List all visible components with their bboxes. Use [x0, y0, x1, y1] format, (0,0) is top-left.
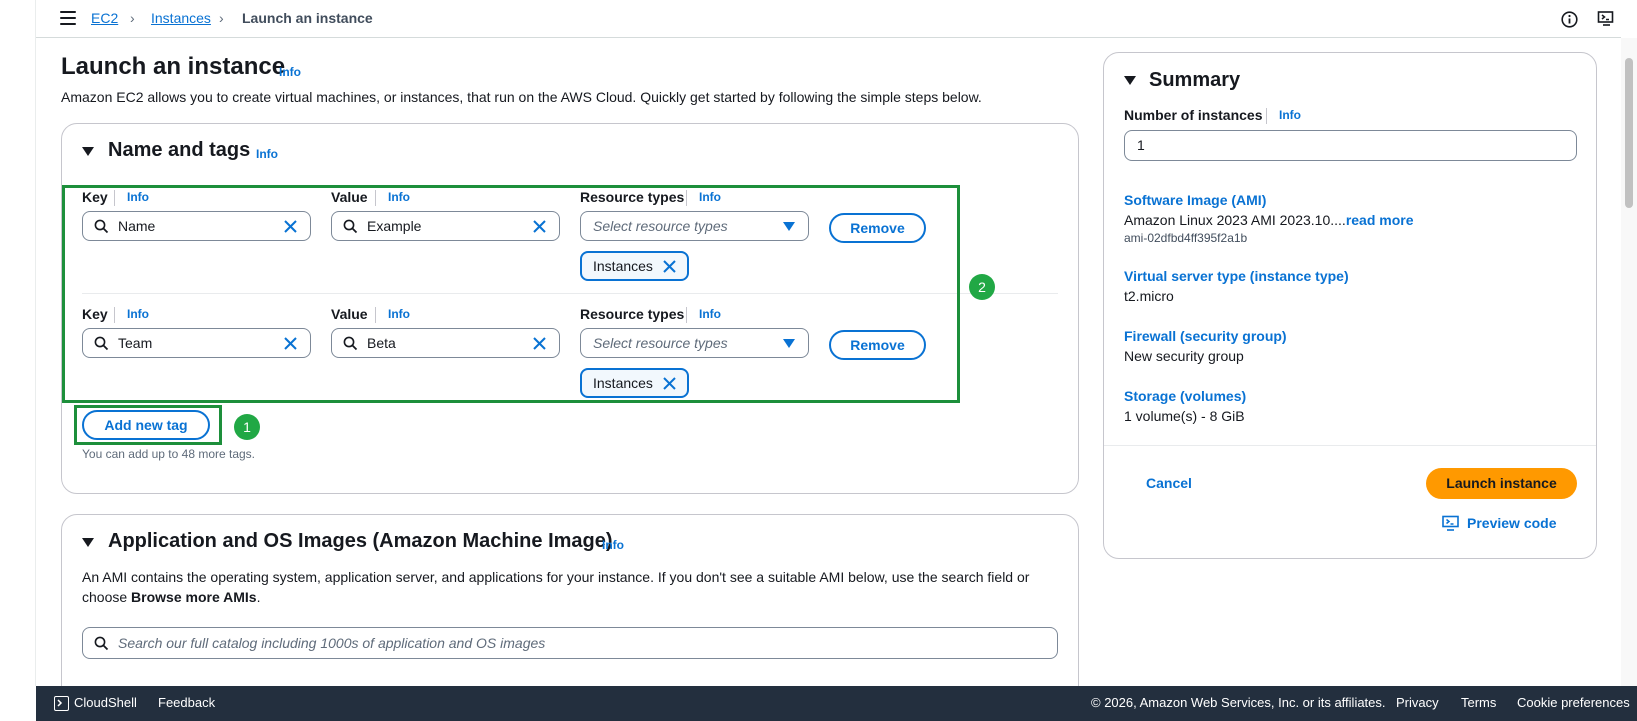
read-more-link[interactable]: read more — [1346, 212, 1414, 228]
ami-search-input[interactable]: Search our full catalog including 1000s … — [82, 627, 1058, 659]
breadcrumb-current: Launch an instance — [242, 10, 373, 26]
ami-description-line2: choose Browse more AMIs. — [82, 589, 260, 605]
page-title: Launch an instance — [61, 53, 286, 80]
tags-hint: You can add up to 48 more tags. — [82, 447, 256, 461]
ami-summary-text: Amazon Linux 2023 AMI 2023.10.... — [1124, 212, 1346, 228]
page-description: Amazon EC2 allows you to create virtual … — [61, 89, 982, 105]
ami-summary-link[interactable]: Software Image (AMI) — [1124, 192, 1266, 208]
ami-description-suffix: . — [256, 589, 261, 605]
scrollbar-thumb[interactable] — [1625, 58, 1633, 208]
menu-icon[interactable] — [60, 11, 76, 25]
footer-bar: CloudShell Feedback © 2026, Amazon Web S… — [36, 686, 1637, 721]
collapse-caret-icon[interactable] — [82, 538, 94, 547]
preview-code-link[interactable]: Preview code — [1467, 515, 1557, 531]
footer-copyright: © 2026, Amazon Web Services, Inc. or its… — [1091, 695, 1386, 710]
section-title-name-tags: Name and tags — [108, 139, 251, 161]
search-icon — [94, 636, 109, 651]
cloudshell-icon[interactable] — [54, 696, 69, 711]
annotation-marker-1: 1 — [234, 414, 260, 440]
number-of-instances-label: Number of instances — [1124, 107, 1263, 123]
browse-more-amis-text: Browse more AMIs — [131, 589, 257, 605]
breadcrumb-instances[interactable]: Instances — [151, 10, 211, 26]
cloudshell-icon[interactable] — [1597, 10, 1615, 28]
instance-type-link[interactable]: Virtual server type (instance type) — [1124, 268, 1349, 284]
footer-cloudshell[interactable]: CloudShell — [74, 695, 137, 710]
page-info-link[interactable]: Info — [279, 65, 301, 79]
instance-type-value: t2.micro — [1124, 288, 1174, 304]
number-of-instances-value: 1 — [1137, 137, 1145, 153]
collapse-caret-icon[interactable] — [82, 147, 94, 156]
divider — [1266, 108, 1267, 124]
annotation-box-1 — [74, 405, 222, 445]
chevron-right-icon: › — [130, 10, 135, 26]
footer-privacy[interactable]: Privacy — [1396, 695, 1439, 710]
footer-terms[interactable]: Terms — [1461, 695, 1496, 710]
info-circle-icon[interactable] — [1561, 11, 1578, 28]
footer-feedback[interactable]: Feedback — [158, 695, 215, 710]
scrollbar[interactable] — [1621, 38, 1637, 686]
ami-id: ami-02dfbd4ff395f2a1b — [1124, 231, 1248, 245]
ami-description-line1: An AMI contains the operating system, ap… — [82, 569, 1030, 585]
summary-info-link[interactable]: Info — [1279, 108, 1301, 122]
ami-search-placeholder: Search our full catalog including 1000s … — [118, 635, 546, 651]
footer-cookie-preferences[interactable]: Cookie preferences — [1517, 695, 1630, 710]
summary-divider — [1104, 445, 1596, 446]
annotation-box-2 — [62, 185, 960, 403]
preview-code-icon[interactable] — [1442, 515, 1460, 532]
breadcrumb-ec2[interactable]: EC2 — [91, 10, 118, 26]
number-of-instances-input[interactable]: 1 — [1124, 130, 1577, 161]
storage-value: 1 volume(s) - 8 GiB — [1124, 408, 1245, 424]
summary-title: Summary — [1149, 69, 1241, 91]
left-edge — [0, 0, 36, 686]
collapse-caret-icon[interactable] — [1124, 76, 1136, 85]
chevron-right-icon: › — [219, 10, 224, 26]
name-tags-info-link[interactable]: Info — [256, 147, 278, 161]
ami-description-prefix: choose — [82, 589, 132, 605]
annotation-marker-2: 2 — [969, 274, 995, 300]
storage-link[interactable]: Storage (volumes) — [1124, 388, 1246, 404]
launch-instance-button[interactable]: Launch instance — [1426, 468, 1577, 499]
section-title-ami: Application and OS Images (Amazon Machin… — [108, 530, 613, 552]
ami-summary-value: Amazon Linux 2023 AMI 2023.10....read mo… — [1124, 212, 1414, 228]
cancel-button[interactable]: Cancel — [1146, 475, 1192, 491]
firewall-value: New security group — [1124, 348, 1244, 364]
ami-info-link[interactable]: Info — [602, 538, 624, 552]
firewall-link[interactable]: Firewall (security group) — [1124, 328, 1287, 344]
